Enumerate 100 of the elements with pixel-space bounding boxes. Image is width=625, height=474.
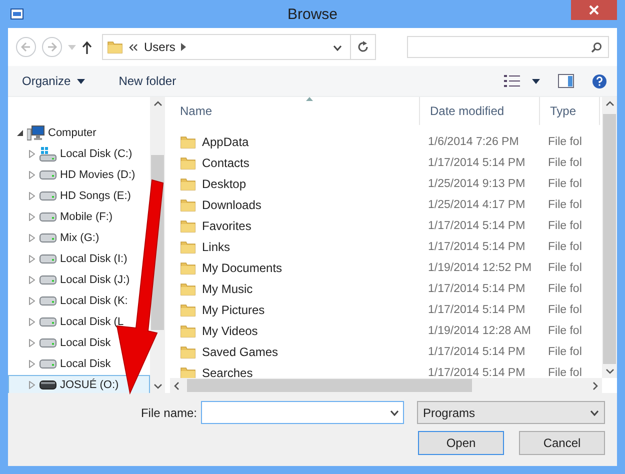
- type-cell: File fol: [548, 304, 582, 316]
- tree-item[interactable]: Local Disk (I:): [8, 249, 128, 269]
- expand-icon[interactable]: [29, 297, 35, 305]
- tree-item[interactable]: Local Disk (J:): [8, 270, 131, 290]
- folder-icon: [180, 364, 196, 378]
- overflow-chevron-icon[interactable]: [129, 44, 138, 50]
- caret-icon[interactable]: [532, 78, 540, 84]
- file-name[interactable]: My Videos: [202, 324, 258, 338]
- date-cell-text: 1/25/2014 9:13 PM: [427, 178, 526, 190]
- open-button[interactable]: Open: [418, 431, 504, 455]
- folder-icon: [107, 39, 123, 55]
- expand-icon[interactable]: [29, 318, 35, 326]
- scrollbar[interactable]: [602, 97, 617, 378]
- drive-icon: [39, 359, 57, 369]
- breadcrumb[interactable]: Users: [144, 40, 176, 54]
- date-cell-text: 1/19/2014 12:52 PM: [427, 262, 533, 274]
- file-name[interactable]: Links: [202, 240, 230, 254]
- expand-icon[interactable]: [29, 192, 35, 200]
- file-name[interactable]: Saved Games: [202, 344, 278, 358]
- scrollbar[interactable]: [170, 378, 602, 393]
- drive-icon: [39, 317, 57, 327]
- folder-icon: [180, 154, 196, 170]
- drive-icon: [39, 254, 57, 264]
- file-type-dropdown[interactable]: Programs: [417, 401, 605, 424]
- file-name[interactable]: Searches: [202, 366, 253, 378]
- tree-item[interactable]: Local Disk (C:): [8, 144, 134, 164]
- date-cell-text: 1/17/2014 5:14 PM: [427, 346, 526, 358]
- expand-icon[interactable]: [29, 171, 35, 179]
- expand-icon[interactable]: [29, 255, 35, 263]
- type-cell: File fol: [548, 240, 582, 252]
- back-icon: [21, 42, 31, 52]
- computer-icon: [27, 125, 45, 141]
- new-folder-button[interactable]: New folder: [114, 71, 180, 91]
- scroll-down-icon[interactable]: [606, 369, 614, 374]
- file-name[interactable]: My Pictures: [202, 302, 265, 316]
- tree-item[interactable]: Computer: [8, 123, 98, 143]
- date-cell-text: 1/17/2014 5:14 PM: [427, 220, 526, 232]
- expand-icon[interactable]: [29, 339, 35, 347]
- folder-icon: [180, 280, 196, 296]
- address-field[interactable]: Users: [102, 34, 376, 60]
- expand-icon[interactable]: [29, 213, 35, 221]
- date-cell-text: 1/17/2014 5:14 PM: [427, 240, 526, 252]
- type-cell: File fol: [548, 346, 582, 358]
- type-cell: File fol: [548, 220, 582, 232]
- type-cell: File fol: [548, 178, 582, 190]
- date-cell-text: 1/17/2014 5:14 PM: [427, 366, 526, 378]
- tree-item[interactable]: Local Disk (L: [8, 312, 125, 332]
- date-cell-text: 1/25/2014 4:17 PM: [427, 198, 526, 210]
- type-cell: File fol: [548, 324, 582, 336]
- scroll-right-icon[interactable]: [593, 382, 598, 390]
- scroll-down-icon[interactable]: [154, 384, 162, 389]
- column-header[interactable]: Type: [540, 97, 600, 125]
- date-cell-text: 1/17/2014 5:14 PM: [427, 304, 526, 316]
- collapse-icon[interactable]: [17, 130, 23, 136]
- cancel-button[interactable]: Cancel: [519, 431, 605, 455]
- window-icon: [10, 8, 24, 20]
- file-name[interactable]: Downloads: [202, 198, 262, 212]
- expand-icon[interactable]: [29, 150, 35, 158]
- tree-item[interactable]: HD Songs (E:): [8, 186, 132, 206]
- search-field[interactable]: [407, 36, 609, 58]
- file-name[interactable]: Contacts: [202, 156, 250, 170]
- organize-button[interactable]: Organize: [18, 71, 89, 91]
- expand-icon[interactable]: [29, 276, 35, 284]
- dropdown-icon[interactable]: [333, 45, 342, 51]
- drive-icon: [39, 191, 57, 201]
- file-name[interactable]: My Music: [202, 282, 253, 296]
- folder-icon: [180, 260, 196, 276]
- file-name[interactable]: Desktop: [202, 176, 246, 190]
- expand-icon[interactable]: [29, 360, 35, 368]
- tree-item[interactable]: Local Disk: [8, 354, 112, 374]
- file-name[interactable]: My Documents: [202, 260, 282, 274]
- folder-icon: [180, 196, 196, 212]
- scroll-left-icon[interactable]: [174, 382, 179, 390]
- type-cell: File fol: [548, 282, 582, 294]
- dropdown-icon[interactable]: [590, 410, 599, 416]
- tree-item[interactable]: Local Disk (K:: [8, 291, 129, 311]
- file-name-field[interactable]: [201, 401, 404, 424]
- folder-icon: [180, 302, 196, 318]
- file-name[interactable]: Favorites: [202, 218, 252, 232]
- file-name[interactable]: AppData: [202, 134, 249, 148]
- chevron-icon[interactable]: [181, 43, 186, 51]
- close-button[interactable]: [571, 0, 617, 20]
- scroll-up-icon[interactable]: [154, 101, 162, 106]
- tree-item[interactable]: Local Disk: [8, 333, 112, 353]
- tree-item[interactable]: HD Movies (D:): [8, 165, 136, 185]
- tree-item[interactable]: Mix (G:): [8, 228, 100, 248]
- preview-pane-icon[interactable]: [558, 74, 574, 88]
- close-icon: [589, 5, 599, 15]
- tree-item[interactable]: Mobile (F:): [8, 207, 114, 227]
- column-header[interactable]: Date modified: [420, 97, 540, 125]
- dropdown-icon[interactable]: [390, 410, 399, 416]
- folder-icon: [180, 322, 196, 338]
- refresh-icon: [357, 41, 369, 53]
- expand-icon[interactable]: [29, 381, 35, 389]
- expand-icon[interactable]: [29, 234, 35, 242]
- help-icon[interactable]: [592, 74, 607, 88]
- forward-icon: [47, 42, 57, 52]
- scroll-up-icon[interactable]: [606, 101, 614, 106]
- up-icon[interactable]: [82, 40, 92, 54]
- view-list-icon[interactable]: [504, 74, 520, 88]
